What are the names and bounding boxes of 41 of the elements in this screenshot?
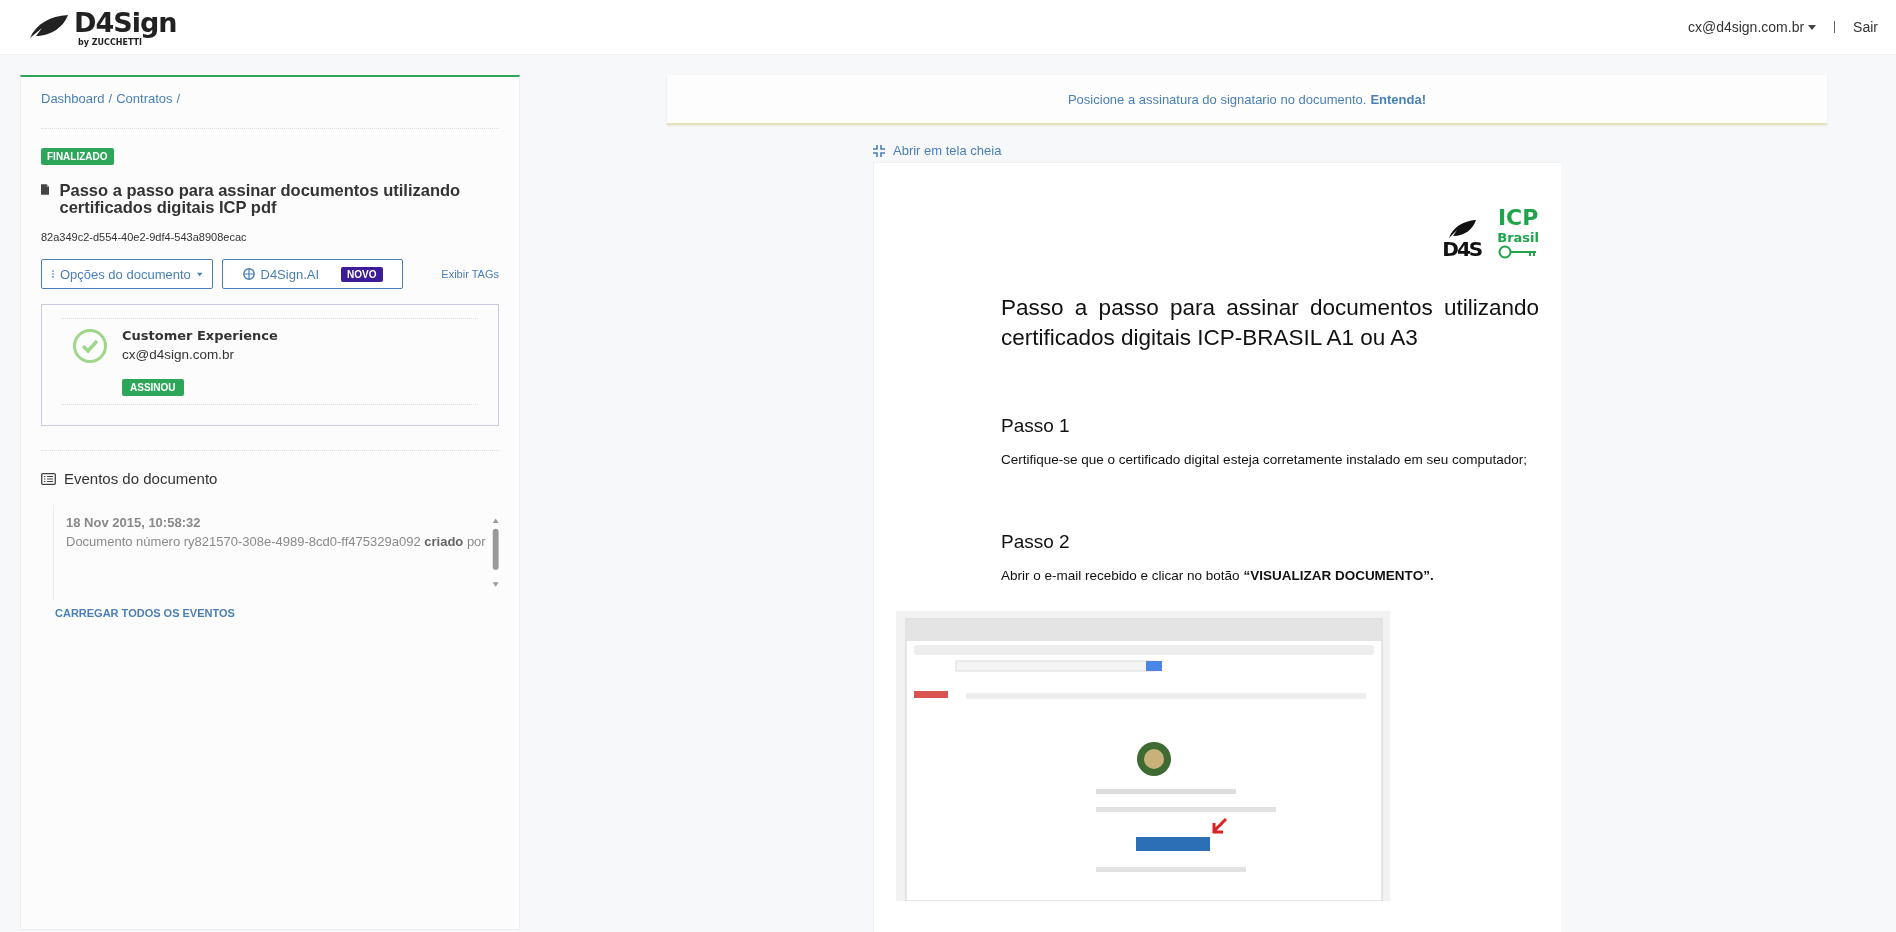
breadcrumb-separator: / [176, 91, 181, 106]
signer-email: cx@d4sign.com.br [122, 347, 235, 362]
load-all-events-button[interactable]: CARREGAR TODOS OS EVENTOS [55, 607, 235, 619]
section-text: Abrir o e-mail recebido e clicar no botão “VISUALIZAR DOCUMENTO”. [1001, 567, 1435, 585]
section-heading: Passo 2 [1001, 531, 1071, 553]
user-menu[interactable]: cx@d4sign.com.br [1687, 19, 1817, 35]
status-badge: FINALIZADO [41, 148, 114, 165]
fullscreen-button[interactable]: Abrir em tela cheia [873, 143, 1827, 158]
learn-more-link[interactable]: Entenda! [1370, 91, 1427, 107]
key-icon [1498, 245, 1539, 259]
leaf-logo-icon [28, 14, 70, 40]
caret-icon [1808, 24, 1817, 30]
signed-badge: ASSINOU [122, 379, 184, 396]
section-text: Certifique-se que o certificado digital esteja corretamente instalado em seu computador; [1001, 451, 1529, 469]
breadcrumb-link[interactable]: Contratos [116, 91, 173, 106]
signer-name: Customer Experience [122, 328, 278, 343]
event-time: 18 Nov 2015, 10:58:32 [66, 515, 202, 530]
show-tags-link[interactable]: Exibir TAGs [441, 268, 499, 280]
page-title: Passo a passo para assinar documentos utilizando certificados digitais ICP-BRASIL A1 ou A3 [1001, 294, 1539, 352]
event-description: Documento número ry821570-308e-4989-8cd0-ff475329a092 criado por [66, 534, 486, 549]
logo-subtext: Brasil [1497, 230, 1539, 245]
new-badge: NOVO [341, 266, 383, 282]
compress-icon [873, 144, 885, 157]
document-options-button[interactable]: Opções do documento [41, 259, 213, 289]
events-heading: Eventos do documento [64, 470, 218, 487]
notice-text: Posicione a assinatura do signatario no documento. [1067, 91, 1367, 107]
logo-text: D4S [1442, 239, 1482, 259]
breadcrumb-separator: / [108, 91, 113, 106]
brand-subtitle: by ZUCCHETTI [78, 38, 143, 47]
brand-name: D4Sign [74, 7, 177, 38]
caret-icon [196, 271, 202, 277]
ai-button[interactable]: D4Sign.AI NOVO [222, 259, 403, 289]
file-icon [41, 182, 50, 197]
logo-text: ICP [1497, 205, 1539, 230]
logout-link[interactable]: Sair [1853, 19, 1878, 35]
list-icon [41, 472, 56, 485]
section-heading: Passo 1 [1001, 415, 1071, 437]
document-title: Passo a passo para assinar documentos utilizando certificados digitais ICP pdf [59, 182, 462, 216]
breadcrumb-link[interactable]: Dashboard [41, 91, 105, 106]
document-id: 82a349c2-d554-40e2-9df4-543a8908ecac [41, 231, 248, 243]
leaf-icon [1446, 219, 1477, 239]
